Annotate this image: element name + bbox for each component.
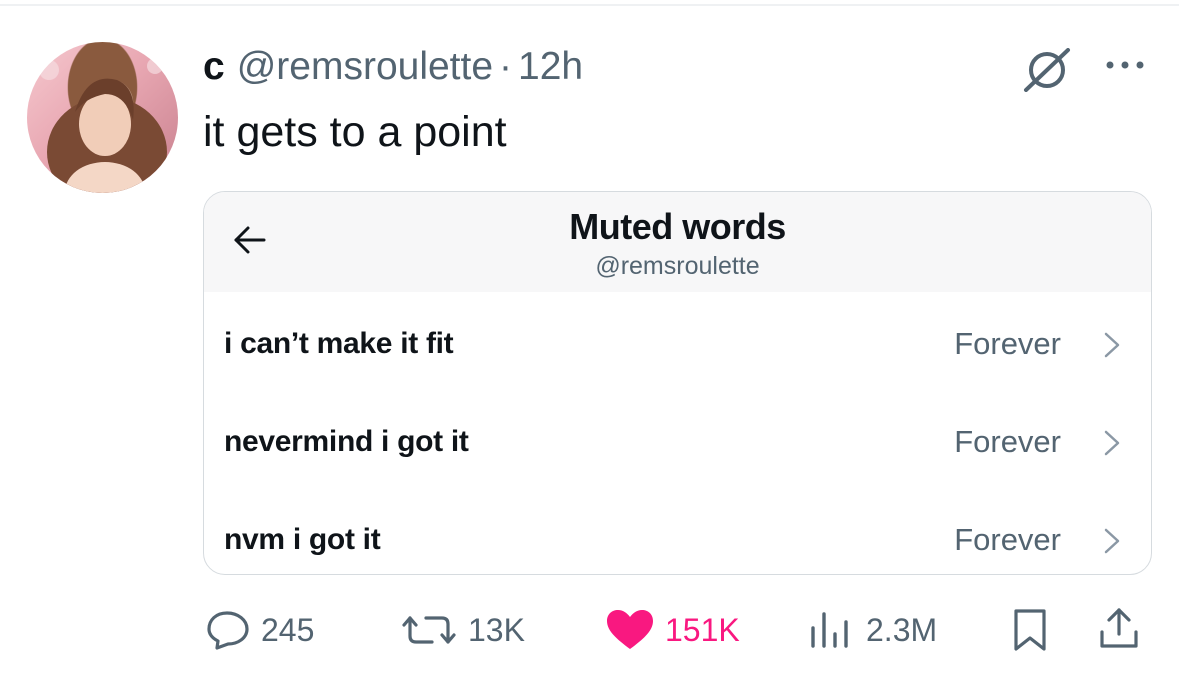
tweet-text: it gets to a point (203, 108, 507, 156)
muted-word: nevermind i got it (224, 425, 469, 458)
reply-icon (207, 611, 249, 650)
muted-word-row: nevermind i got it Forever (204, 393, 1151, 491)
top-divider (0, 4, 1179, 6)
display-name[interactable]: c (203, 45, 225, 89)
views-count: 2.3M (866, 611, 938, 648)
bookmark-icon[interactable] (1012, 608, 1048, 652)
card-title: Muted words (569, 206, 786, 247)
card-header: Muted words @remsroulette (204, 192, 1151, 292)
grok-icon[interactable] (1022, 48, 1072, 92)
mute-duration: Forever (954, 522, 1061, 557)
views-button[interactable]: 2.3M (806, 600, 937, 660)
repost-count: 13K (468, 611, 525, 648)
views-icon (811, 612, 848, 648)
embedded-image-card[interactable]: Muted words @remsroulette i can’t make i… (203, 191, 1152, 575)
like-button[interactable]: 151K (605, 600, 740, 660)
mute-duration: Forever (954, 326, 1061, 361)
reply-count: 245 (261, 611, 315, 648)
card-subtitle: @remsroulette (595, 252, 760, 280)
tweet-header: c @remsroulette · 12h (203, 42, 583, 92)
chevron-right-icon (1104, 332, 1120, 358)
like-count: 151K (665, 611, 740, 648)
mute-duration: Forever (954, 424, 1061, 459)
timestamp[interactable]: 12h (518, 45, 583, 89)
user-handle[interactable]: @remsroulette (237, 45, 493, 89)
action-bar: 245 13K 151K 2.3M (0, 600, 1179, 660)
repost-button[interactable]: 13K (400, 600, 525, 660)
chevron-right-icon (1104, 430, 1120, 456)
reply-button[interactable]: 245 (205, 600, 314, 660)
separator-dot: · (499, 45, 513, 88)
more-icon[interactable] (1100, 50, 1150, 80)
repost-icon (402, 616, 456, 644)
muted-word: nvm i got it (224, 523, 381, 556)
muted-word: i can’t make it fit (224, 327, 454, 360)
muted-word-row: i can’t make it fit Forever (204, 295, 1151, 393)
avatar[interactable] (27, 42, 178, 193)
heart-icon (607, 610, 653, 649)
chevron-right-icon (1104, 528, 1120, 554)
share-icon[interactable] (1098, 606, 1140, 650)
muted-word-row: nvm i got it Forever (204, 491, 1151, 574)
